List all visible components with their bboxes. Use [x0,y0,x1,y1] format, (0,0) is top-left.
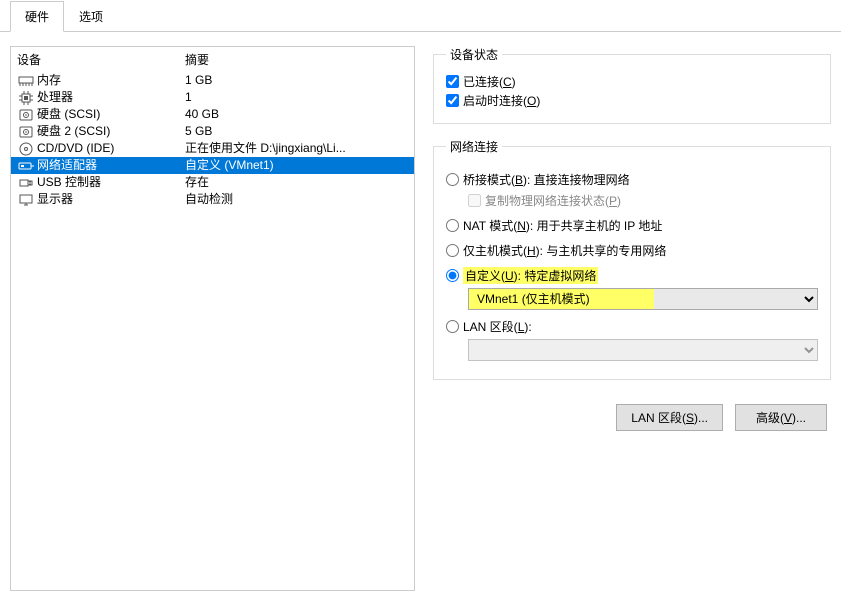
lan-segment-select [468,339,818,361]
connected-checkbox-row[interactable]: 已连接(C) [446,73,818,90]
device-label: 显示器 [37,192,185,207]
replicate-state-label: 复制物理网络连接状态(P) [485,192,621,209]
device-label: 内存 [37,73,185,88]
body: 设备 摘要 内存1 GB处理器1硬盘 (SCSI)40 GB硬盘 2 (SCSI… [0,32,841,605]
device-label: 硬盘 (SCSI) [37,107,185,122]
hostonly-label: 仅主机模式(H): 与主机共享的专用网络 [463,242,666,259]
lan-segments-button[interactable]: LAN 区段(S)... [616,404,723,431]
advanced-button[interactable]: 高级(V)... [735,404,827,431]
custom-radio[interactable] [446,269,459,282]
device-row-display-7[interactable]: 显示器自动检测 [11,191,414,208]
memory-icon [17,74,35,88]
disk-icon [17,108,35,122]
header-summary[interactable]: 摘要 [185,51,408,68]
device-summary: 1 GB [185,73,408,88]
connect-at-poweron-checkbox[interactable] [446,94,459,107]
cd-icon [17,142,35,156]
net-icon [17,159,35,173]
device-row-memory[interactable]: 内存1 GB [11,72,414,89]
device-label: 网络适配器 [37,158,185,173]
device-label: 硬盘 2 (SCSI) [37,124,185,139]
settings-panel: 设备状态 已连接(C) 启动时连接(O) 网络连接 桥接模式(B): 直接连接物… [433,46,831,591]
device-summary: 正在使用文件 D:\jingxiang\Li... [185,141,408,156]
device-summary: 自定义 (VMnet1) [185,158,408,173]
network-connection-group: 网络连接 桥接模式(B): 直接连接物理网络 复制物理网络连接状态(P) [433,138,831,380]
device-state-group: 设备状态 已连接(C) 启动时连接(O) [433,46,831,124]
custom-label: 自定义(U): 特定虚拟网络 [463,267,598,284]
device-row-disk-3[interactable]: 硬盘 2 (SCSI)5 GB [11,123,414,140]
replicate-state-checkbox [468,194,481,207]
usb-icon [17,176,35,190]
hostonly-radio[interactable] [446,244,459,257]
nat-label: NAT 模式(N): 用于共享主机的 IP 地址 [463,217,662,234]
tab-hardware[interactable]: 硬件 [10,1,64,32]
connected-checkbox[interactable] [446,75,459,88]
device-summary: 自动检测 [185,192,408,207]
custom-vmnet-select[interactable]: VMnet1 (仅主机模式) [468,288,818,310]
network-connection-legend: 网络连接 [446,138,502,155]
display-icon [17,193,35,207]
device-label: CD/DVD (IDE) [37,141,185,156]
device-state-legend: 设备状态 [446,46,502,63]
connected-label: 已连接(C) [463,73,516,90]
device-summary: 存在 [185,175,408,190]
device-row-cd-4[interactable]: CD/DVD (IDE)正在使用文件 D:\jingxiang\Li... [11,140,414,157]
bridged-label: 桥接模式(B): 直接连接物理网络 [463,171,630,188]
device-summary: 40 GB [185,107,408,122]
lan-segment-radio-row[interactable]: LAN 区段(L): [446,318,818,335]
lan-segment-radio[interactable] [446,320,459,333]
device-summary: 1 [185,90,408,105]
device-label: USB 控制器 [37,175,185,190]
device-row-usb-6[interactable]: USB 控制器存在 [11,174,414,191]
header-device[interactable]: 设备 [17,51,185,68]
disk-icon [17,125,35,139]
device-list: 设备 摘要 内存1 GB处理器1硬盘 (SCSI)40 GB硬盘 2 (SCSI… [10,46,415,591]
tabs: 硬件 选项 [0,0,841,32]
lan-segment-select-row [468,339,818,361]
connect-at-poweron-label: 启动时连接(O) [463,92,540,109]
lan-segment-label: LAN 区段(L): [463,318,532,335]
bridged-radio-row[interactable]: 桥接模式(B): 直接连接物理网络 [446,171,818,188]
device-row-disk-2[interactable]: 硬盘 (SCSI)40 GB [11,106,414,123]
nat-radio-row[interactable]: NAT 模式(N): 用于共享主机的 IP 地址 [446,217,818,234]
replicate-state-row: 复制物理网络连接状态(P) [468,192,818,209]
tab-options[interactable]: 选项 [64,1,118,32]
device-row-cpu-1[interactable]: 处理器1 [11,89,414,106]
nat-radio[interactable] [446,219,459,232]
device-list-header: 设备 摘要 [11,47,414,72]
device-label: 处理器 [37,90,185,105]
hostonly-radio-row[interactable]: 仅主机模式(H): 与主机共享的专用网络 [446,242,818,259]
connect-at-poweron-checkbox-row[interactable]: 启动时连接(O) [446,92,818,109]
custom-vmnet-row: VMnet1 (仅主机模式) [468,288,818,310]
device-row-net-5[interactable]: 网络适配器自定义 (VMnet1) [11,157,414,174]
button-row: LAN 区段(S)... 高级(V)... [433,404,831,431]
cpu-icon [17,91,35,105]
device-summary: 5 GB [185,124,408,139]
bridged-radio[interactable] [446,173,459,186]
custom-radio-row[interactable]: 自定义(U): 特定虚拟网络 [446,267,818,284]
